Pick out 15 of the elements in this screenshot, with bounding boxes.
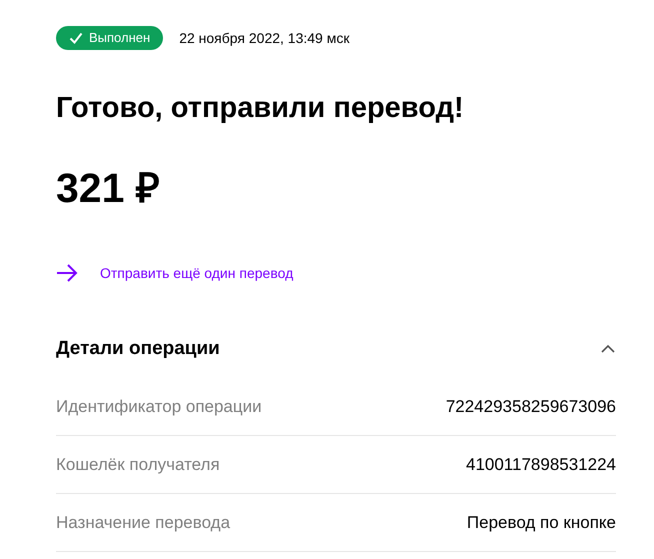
detail-value: 722429358259673096 bbox=[446, 396, 616, 418]
section-title: Детали операции bbox=[56, 336, 220, 361]
amount-text: 321 ₽ bbox=[56, 164, 161, 213]
check-icon bbox=[69, 32, 83, 44]
page-title: Готово, отправили перевод! bbox=[56, 91, 465, 126]
detail-value: Перевод по кнопке bbox=[466, 512, 616, 534]
status-badge: Выполнен bbox=[56, 26, 164, 50]
arrow-right-icon bbox=[56, 264, 78, 282]
detail-label: Идентификатор операции bbox=[56, 396, 262, 418]
chevron-icon bbox=[600, 344, 616, 354]
detail-label: Назначение перевода bbox=[56, 512, 230, 534]
detail-label: Кошелёк получателя bbox=[56, 454, 220, 476]
date-text: 22 ноября 2022, 13:49 мск bbox=[179, 28, 350, 48]
send-again-link[interactable]: Отправить ещё один перевод bbox=[100, 262, 294, 284]
detail-value: 4100117898531224 bbox=[466, 454, 616, 476]
